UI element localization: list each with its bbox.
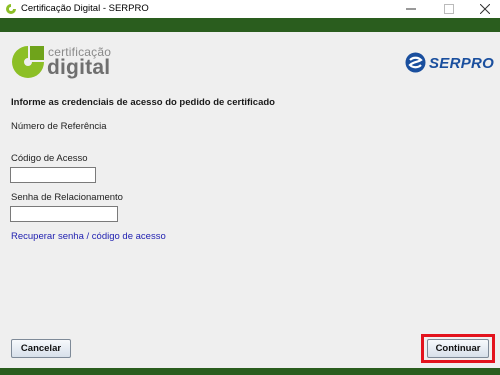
certificacao-digital-logo: certificação digital <box>10 44 120 82</box>
reference-number-label: Número de Referência <box>11 121 107 132</box>
relationship-password-input[interactable] <box>10 206 118 222</box>
instructions-heading: Informe as credenciais de acesso do pedi… <box>11 97 275 108</box>
app-icon <box>6 4 16 14</box>
logo-big-text: digital <box>47 56 111 79</box>
window-title: Certificação Digital - SERPRO <box>21 3 149 14</box>
maximize-icon <box>444 4 454 14</box>
relationship-password-label: Senha de Relacionamento <box>11 192 123 203</box>
access-code-label: Código de Acesso <box>11 153 88 164</box>
dialog-content: certificação digital SERPRO Informe as c… <box>0 32 500 368</box>
certificacao-logo-mark-icon <box>12 46 44 78</box>
close-button[interactable] <box>470 0 500 18</box>
recover-password-link[interactable]: Recuperar senha / código de acesso <box>11 231 166 242</box>
minimize-icon <box>406 8 416 10</box>
continue-button[interactable]: Continuar <box>427 339 489 358</box>
maximize-button[interactable] <box>434 0 464 18</box>
serpro-logo-mark-icon <box>405 52 426 73</box>
header-band <box>0 18 500 32</box>
minimize-button[interactable] <box>396 0 426 18</box>
cancel-button[interactable]: Cancelar <box>11 339 71 358</box>
close-icon <box>480 4 490 14</box>
title-bar: Certificação Digital - SERPRO <box>0 0 500 18</box>
footer-band <box>0 368 500 375</box>
serpro-text: SERPRO <box>429 55 495 72</box>
access-code-input[interactable] <box>10 167 96 183</box>
